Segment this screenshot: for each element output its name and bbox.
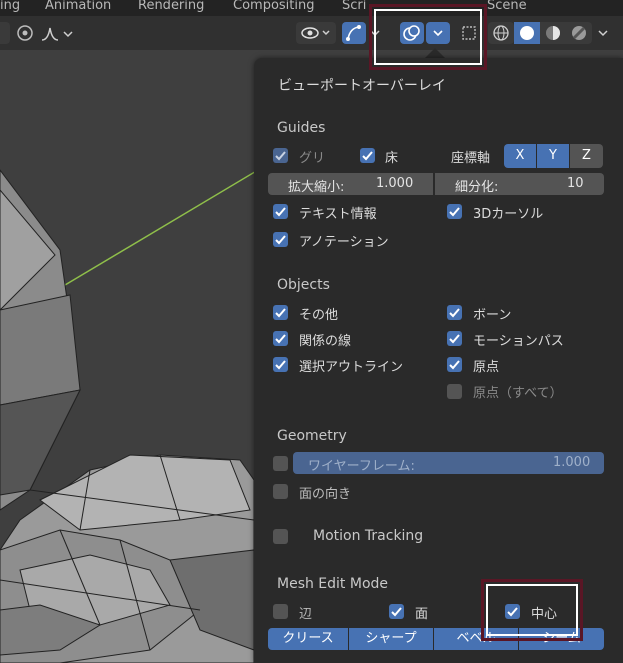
mesh-edit-heading: Mesh Edit Mode [277, 576, 389, 592]
grid-scale-label: 拡大縮小: [288, 180, 345, 195]
tab-compositing[interactable]: Compositing [233, 0, 315, 15]
outline-selected-label: 選択アウトライン [299, 360, 404, 375]
highlight-box-center [481, 579, 583, 641]
highlight-box-center-inner [486, 584, 578, 636]
text-info-checkbox[interactable] [273, 204, 288, 219]
motion-paths-checkbox[interactable] [447, 331, 462, 346]
geometry-heading: Geometry [277, 428, 347, 444]
highlight-box-overlays [369, 4, 487, 70]
extras-checkbox[interactable] [273, 305, 288, 320]
annotation-checkbox[interactable] [273, 232, 288, 247]
guides-heading: Guides [277, 120, 326, 136]
shading-rendered-button[interactable] [566, 22, 592, 44]
3d-cursor-label: 3Dカーソル [473, 207, 544, 222]
text-info-label: テキスト情報 [299, 207, 377, 222]
wireframe-label: ワイヤーフレーム: [308, 459, 415, 474]
highlight-box-overlays-inner [374, 9, 482, 65]
edges-checkbox[interactable] [273, 604, 288, 619]
tab-rendering[interactable]: Rendering [138, 0, 204, 15]
face-orientation-label: 面の向き [299, 487, 352, 502]
objects-heading: Objects [277, 277, 330, 293]
edges-label: 辺 [299, 607, 313, 622]
motion-tracking-label: Motion Tracking [313, 528, 424, 544]
wireframe-value: 1.000 [553, 455, 591, 470]
scene-selector[interactable]: Scene [487, 0, 527, 15]
grid-subdivisions-field[interactable]: 細分化: 10 [435, 173, 604, 195]
tab-animation[interactable]: Animation [45, 0, 111, 15]
axis-y-button[interactable]: Y [537, 144, 569, 168]
grid-subdivisions-label: 細分化: [455, 180, 499, 195]
visibility-button[interactable] [296, 22, 336, 44]
floor-checkbox[interactable] [360, 148, 375, 163]
shading-solid-button[interactable] [514, 22, 540, 44]
grid-subdivisions-value: 10 [567, 176, 584, 191]
axis-z-button[interactable]: Z [570, 144, 603, 168]
shading-dropdown-icon[interactable] [596, 28, 610, 38]
gizmo-toggle-button[interactable] [342, 22, 366, 44]
relations-checkbox[interactable] [273, 331, 288, 346]
wireframe-checkbox[interactable] [273, 456, 288, 471]
proportional-edit-icon[interactable] [14, 23, 36, 43]
axes-label: 座標軸 [451, 151, 491, 166]
origins-all-label: 原点（すべて） [473, 386, 563, 401]
faces-checkbox[interactable] [389, 604, 404, 619]
outline-selected-checkbox[interactable] [273, 357, 288, 372]
face-orientation-checkbox[interactable] [273, 484, 288, 499]
extras-label: その他 [299, 308, 339, 323]
grid-checkbox[interactable] [273, 148, 288, 163]
falloff-icon[interactable] [40, 24, 76, 44]
wireframe-threshold-field[interactable]: ワイヤーフレーム: 1.000 [293, 452, 604, 474]
annotation-label: アノテーション [299, 235, 389, 250]
origins-all-checkbox[interactable] [447, 384, 462, 399]
pivot-icon[interactable] [0, 22, 10, 44]
crease-button[interactable]: クリース [268, 628, 348, 650]
motion-tracking-checkbox[interactable] [273, 529, 288, 544]
tab-modeling[interactable]: ing [0, 0, 20, 15]
viewport-header [0, 16, 623, 50]
axis-x-button[interactable]: X [504, 144, 536, 168]
popover-title: ビューポートオーバーレイ [278, 78, 446, 94]
shading-material-button[interactable] [540, 22, 566, 44]
origins-checkbox[interactable] [447, 357, 462, 372]
grid-scale-value: 1.000 [376, 176, 414, 191]
tab-scripting[interactable]: Scri [342, 0, 366, 15]
origins-label: 原点 [473, 360, 500, 375]
bones-checkbox[interactable] [447, 305, 462, 320]
3d-cursor-checkbox[interactable] [447, 204, 462, 219]
bones-label: ボーン [473, 308, 512, 323]
faces-label: 面 [415, 607, 429, 622]
motion-paths-label: モーションパス [473, 334, 564, 349]
grid-label: グリ [299, 151, 326, 166]
sharp-button[interactable]: シャープ [349, 628, 433, 650]
workspace-tabs: ing Animation Rendering Compositing Scri… [0, 0, 623, 16]
relations-label: 関係の線 [299, 334, 352, 349]
grid-scale-field[interactable]: 拡大縮小: 1.000 [268, 173, 433, 195]
shading-wireframe-button[interactable] [488, 22, 514, 44]
floor-label: 床 [385, 151, 399, 166]
